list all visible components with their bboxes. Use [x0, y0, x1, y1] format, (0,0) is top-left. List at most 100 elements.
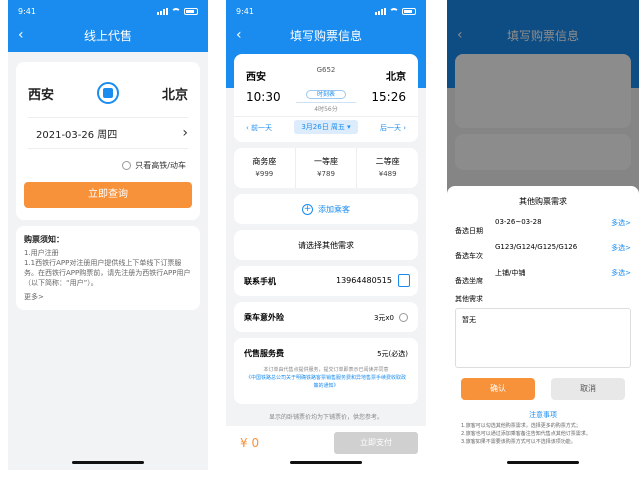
date-value: 2021-03-26 周四 — [36, 129, 118, 141]
multi-select-link[interactable]: 多选> — [611, 243, 631, 253]
other-req-value: 暂无 — [462, 316, 476, 324]
notice-subtitle: 1.用户注册 — [24, 249, 59, 257]
confirm-button[interactable]: 确认 — [461, 378, 535, 400]
option-row[interactable]: 备选坐席 上铺/中铺 多选> — [455, 268, 631, 287]
chevron-right-icon: › — [182, 125, 188, 141]
only-highspeed-option[interactable]: 只看高铁/动车 — [122, 160, 186, 171]
requirements-sheet: 其他购票需求 备选日期 03-26~03-28 多选> 备选车次 G123/G1… — [447, 186, 639, 470]
insurance-value: 3元x0 — [373, 314, 394, 322]
home-indicator — [507, 461, 579, 464]
back-icon[interactable]: ‹ — [236, 27, 242, 43]
from-station[interactable]: 西安 — [28, 84, 54, 103]
other-req-textarea[interactable]: 暂无 — [455, 308, 631, 368]
signal-icon — [157, 7, 168, 15]
phone-row: 联系手机 13964480515 — [234, 266, 418, 296]
page-title: 填写购票信息 — [289, 28, 362, 43]
arrival-time: 15:26 — [371, 90, 406, 104]
note-item: 1.旅客可以勾选其他购票需求，选择更多的购票方式； — [461, 423, 581, 429]
option-row[interactable]: 备选日期 03-26~03-28 多选> — [455, 218, 631, 237]
notes-title: 注意事项 — [529, 411, 557, 419]
option-row[interactable]: 备选车次 G123/G124/G125/G126 多选> — [455, 243, 631, 262]
divider — [28, 117, 188, 118]
wifi-icon — [171, 7, 181, 15]
multi-select-link[interactable]: 多选> — [611, 218, 631, 228]
seat-option[interactable]: 一等座 ¥789 — [296, 148, 358, 188]
option-value: 上铺/中铺 — [495, 269, 526, 277]
seat-option[interactable]: 商务座 ¥999 — [234, 148, 296, 188]
search-card: 西安 北京 2021-03-26 周四 › 只看高铁/动车 立即查询 — [16, 62, 200, 220]
battery-icon — [402, 7, 416, 15]
date-picker[interactable]: 2021-03-26 周四 › — [36, 124, 188, 142]
battery-icon — [184, 7, 198, 15]
other-req-label: 请选择其他需求 — [298, 240, 354, 250]
status-bar: 9:41 — [226, 0, 426, 22]
seat-name: 商务座 — [252, 157, 277, 166]
to-station[interactable]: 北京 — [162, 84, 188, 103]
radio-icon[interactable] — [399, 313, 408, 322]
route-line — [296, 102, 356, 103]
insurance-row: 乘车意外险 3元x0 — [234, 302, 418, 332]
screen-other-requirements: ‹ 填写购票信息 其他购票需求 备选日期 03-26~03-28 多选> 备选车… — [447, 0, 639, 470]
schedule-button[interactable]: 时刻表 — [306, 90, 346, 99]
seat-name: 一等座 — [314, 157, 338, 166]
option-label: 备选车次 — [455, 252, 483, 260]
date-chip-label: 3月26日 周五 — [301, 123, 345, 131]
option-label: 备选日期 — [455, 227, 483, 235]
home-indicator — [72, 461, 144, 464]
notice-card: 购票须知： 1.用户注册 1.1西铁行APP对注册用户提供线上下单线下订票服务。… — [16, 226, 200, 310]
seat-selector: 商务座 ¥999 一等座 ¥789 二等座 ¥489 — [234, 148, 418, 188]
option-value: 03-26~03-28 — [495, 218, 542, 226]
train-card: 西安 北京 G652 10:30 15:26 时刻表 4时56分 ‹ 前一天 3… — [234, 54, 418, 142]
service-fee-card: 代售服务费 5元(必选) 本订单由代售点提供服务，提交订单即表示已阅读并同意 《… — [234, 338, 418, 404]
pay-button[interactable]: 立即支付 — [334, 432, 418, 454]
multi-select-link[interactable]: 多选> — [611, 268, 631, 278]
back-icon[interactable]: ‹ — [18, 27, 24, 43]
swap-icon[interactable] — [97, 82, 119, 104]
status-bar: 9:41 — [8, 0, 208, 22]
phone-value[interactable]: 13964480515 — [336, 276, 392, 285]
screen-fill-ticket: 9:41 ‹ 填写购票信息 西安 北京 G652 10:30 15:26 时刻表… — [226, 0, 426, 470]
wifi-icon — [389, 7, 399, 15]
next-day-button[interactable]: 后一天 › — [380, 123, 406, 133]
other-req-label: 其他需求 — [455, 295, 483, 303]
divider — [234, 116, 418, 117]
notice-title: 购票须知： — [24, 235, 64, 244]
prev-day-button[interactable]: ‹ 前一天 — [246, 123, 272, 133]
notice-text: 1.1西铁行APP对注册用户提供线上下单线下订票服务。在西铁行APP购票前，请先… — [24, 259, 191, 287]
radio-icon[interactable] — [122, 161, 132, 170]
option-value: G123/G124/G125/G126 — [495, 243, 578, 251]
more-link[interactable]: 更多> — [24, 292, 192, 302]
fee-label: 代售服务费 — [244, 349, 284, 358]
date-chip[interactable]: 3月26日 周五 ▾ — [294, 120, 358, 134]
divider — [28, 148, 188, 149]
note-item: 3.旅客如果不需要该购票方式可以不选择该项功能。 — [461, 439, 576, 445]
sheet-title: 其他购票需求 — [519, 197, 567, 206]
nav-bar: ‹ 填写购票信息 — [226, 22, 426, 48]
cancel-button[interactable]: 取消 — [551, 378, 625, 400]
seat-option[interactable]: 二等座 ¥489 — [357, 148, 418, 188]
signal-icon — [375, 7, 386, 15]
screen-online-sale: 9:41 ‹ 线上代售 西安 北京 2021-03-26 周四 › 只看高铁/动… — [8, 0, 208, 470]
contact-book-icon[interactable] — [398, 274, 410, 287]
fee-note: 本订单由代售点提供服务，提交订单即表示已阅读并同意 — [263, 367, 389, 373]
only-highspeed-label: 只看高铁/动车 — [135, 161, 186, 170]
duration: 4时56分 — [314, 106, 338, 113]
nav-bar: ‹ 线上代售 — [8, 22, 208, 48]
departure-time: 10:30 — [246, 90, 281, 104]
seat-name: 二等座 — [375, 157, 400, 166]
total-amount: ¥ 0 — [240, 436, 260, 450]
phone-label: 联系手机 — [244, 277, 276, 286]
seat-price: ¥789 — [317, 170, 335, 178]
train-number: G652 — [316, 66, 336, 74]
fee-policy-link[interactable]: 《中国铁路总公司关于明确铁路客票销售服务费和异地售票手续费收取政策的通知》 — [244, 374, 408, 390]
next-day-label: 后一天 — [379, 124, 401, 132]
option-label: 备选坐席 — [455, 277, 483, 285]
add-passenger-button[interactable]: + 添加乘客 — [234, 194, 418, 224]
page-title: 线上代售 — [83, 28, 132, 43]
insurance-label: 乘车意外险 — [244, 313, 284, 322]
other-requirements-button[interactable]: 请选择其他需求 — [234, 230, 418, 260]
seat-price: ¥489 — [378, 170, 397, 178]
plus-icon: + — [302, 203, 313, 215]
query-button[interactable]: 立即查询 — [24, 182, 192, 208]
status-time: 9:41 — [18, 6, 36, 16]
